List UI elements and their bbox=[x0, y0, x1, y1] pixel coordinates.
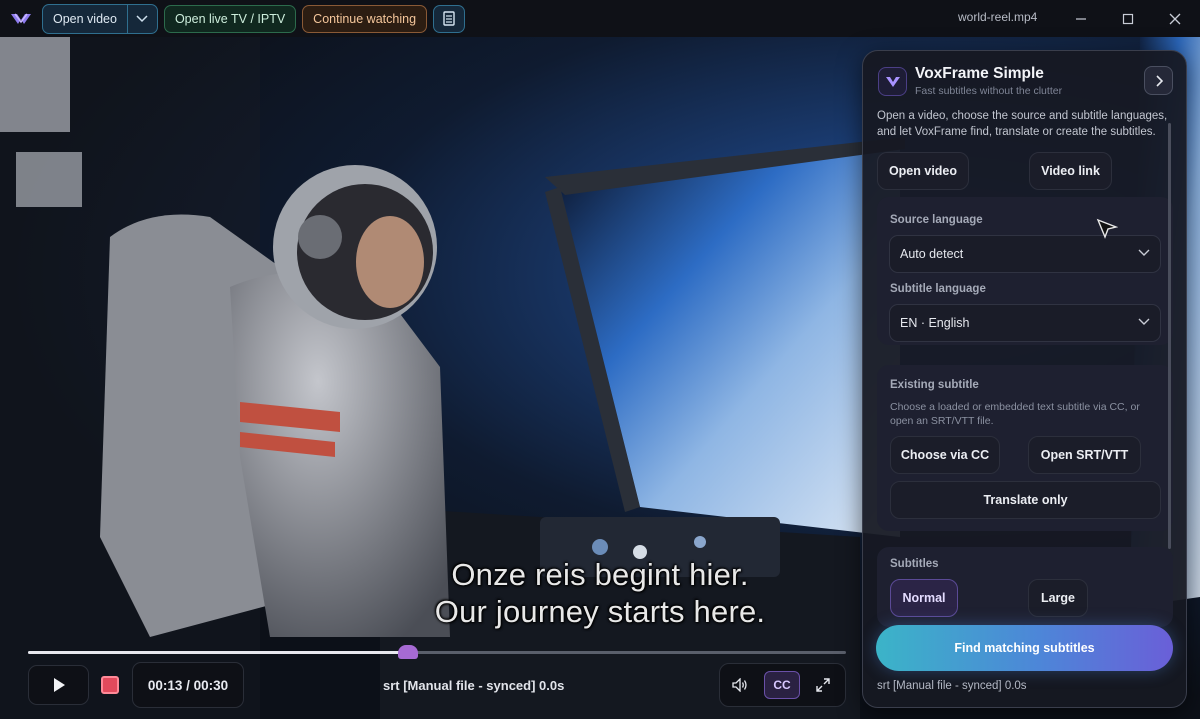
play-button[interactable] bbox=[28, 665, 89, 705]
continue-watching-button[interactable]: Continue watching bbox=[302, 4, 428, 33]
panel-open-video-button[interactable]: Open video bbox=[877, 152, 969, 190]
source-language-value: Auto detect bbox=[900, 247, 964, 261]
progress-thumb[interactable] bbox=[398, 645, 419, 659]
chevron-down-icon bbox=[136, 14, 148, 22]
cc-button[interactable]: CC bbox=[764, 671, 800, 699]
choose-via-cc-button[interactable]: Choose via CC bbox=[890, 436, 1000, 474]
window-title: world-reel.mp4 bbox=[958, 10, 1038, 24]
time-display: 00:13 / 00:30 bbox=[132, 662, 244, 708]
minimize-icon bbox=[1076, 18, 1086, 20]
open-video-button[interactable]: Open video bbox=[43, 5, 127, 33]
progress-fill bbox=[28, 651, 409, 654]
panel-subtitle: Fast subtitles without the clutter bbox=[915, 85, 1063, 97]
panel-scrollbar[interactable] bbox=[1168, 123, 1171, 549]
source-language-select[interactable]: Auto detect bbox=[889, 235, 1161, 273]
collapse-panel-button[interactable] bbox=[1144, 66, 1173, 95]
stop-icon bbox=[101, 676, 119, 694]
open-video-dropdown-button[interactable] bbox=[126, 4, 157, 33]
progress-bar[interactable] bbox=[28, 645, 846, 659]
existing-subtitle-label: Existing subtitle bbox=[890, 379, 979, 391]
volume-button[interactable] bbox=[720, 667, 760, 703]
media-controls: CC bbox=[719, 663, 846, 707]
open-video-split-button: Open video bbox=[42, 3, 158, 34]
document-icon bbox=[443, 11, 455, 26]
maximize-button[interactable] bbox=[1115, 6, 1141, 32]
subtitle-language-select[interactable]: EN · English bbox=[889, 304, 1161, 342]
panel-status: srt [Manual file - synced] 0.0s bbox=[877, 680, 1027, 692]
existing-subtitle-help: Choose a loaded or embedded text subtitl… bbox=[890, 401, 1140, 427]
subtitle-size-normal-button[interactable]: Normal bbox=[890, 579, 958, 617]
subtitle-language-value: EN · English bbox=[900, 316, 970, 330]
subtitles-label: Subtitles bbox=[890, 558, 939, 570]
mouse-cursor-icon bbox=[1096, 218, 1118, 239]
volume-icon bbox=[732, 678, 747, 692]
subtitle-panel: VoxFrame Simple Fast subtitles without t… bbox=[862, 50, 1187, 708]
maximize-icon bbox=[1122, 13, 1134, 25]
chevron-right-icon bbox=[1155, 74, 1163, 87]
app-logo-icon bbox=[11, 13, 31, 24]
chevron-down-icon bbox=[1138, 318, 1150, 325]
stop-button[interactable] bbox=[94, 667, 126, 703]
video-link-button[interactable]: Video link bbox=[1029, 152, 1112, 190]
subtitle-status: srt [Manual file - synced] 0.0s bbox=[383, 678, 565, 693]
panel-title: VoxFrame Simple bbox=[915, 65, 1044, 82]
open-live-tv-button[interactable]: Open live TV / IPTV bbox=[163, 4, 297, 33]
top-bar: Open video Open live TV / IPTV Continue … bbox=[0, 0, 1200, 37]
panel-intro: Open a video, choose the source and subt… bbox=[877, 110, 1168, 138]
subtitle-size-large-button[interactable]: Large bbox=[1028, 579, 1088, 617]
open-srt-vtt-button[interactable]: Open SRT/VTT bbox=[1028, 436, 1141, 474]
fullscreen-button[interactable] bbox=[805, 667, 841, 703]
close-button[interactable] bbox=[1162, 6, 1188, 32]
source-language-label: Source language bbox=[890, 214, 983, 226]
minimize-button[interactable] bbox=[1068, 6, 1094, 32]
play-icon bbox=[53, 678, 65, 692]
find-matching-subtitles-button[interactable]: Find matching subtitles bbox=[876, 625, 1173, 671]
translate-only-button[interactable]: Translate only bbox=[890, 481, 1161, 519]
subtitle-language-label: Subtitle language bbox=[890, 283, 986, 295]
fullscreen-icon bbox=[816, 678, 830, 692]
playlist-button[interactable] bbox=[433, 4, 466, 33]
close-icon bbox=[1169, 13, 1181, 25]
chevron-down-icon bbox=[1138, 249, 1150, 256]
voxframe-logo-icon bbox=[878, 67, 907, 96]
